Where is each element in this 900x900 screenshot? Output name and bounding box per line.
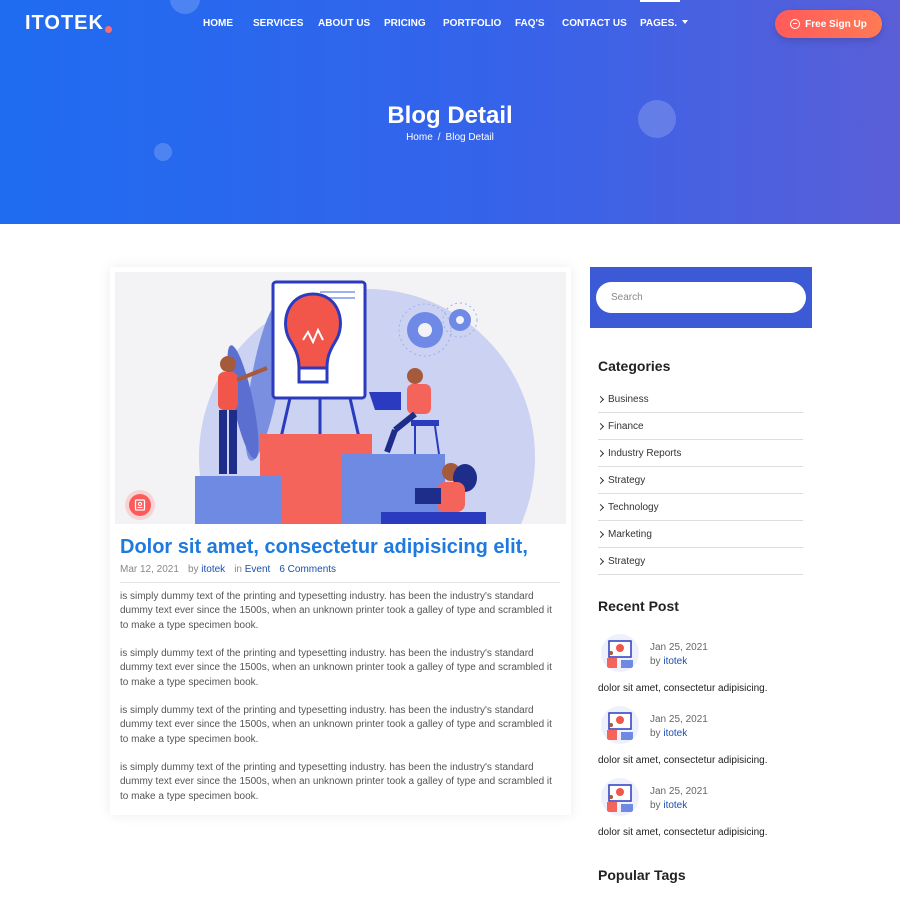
search-panel <box>590 267 812 328</box>
category-item-technology[interactable]: Technology <box>596 494 803 521</box>
recent-by-label: by <box>650 800 661 811</box>
category-label: Marketing <box>608 528 652 540</box>
category-item-business[interactable]: Business <box>596 386 803 413</box>
chevron-down-icon <box>682 20 689 24</box>
chevron-right-icon <box>596 557 605 565</box>
chevron-right-icon <box>596 476 605 484</box>
post-paragraph: is simply dummy text of the printing and… <box>120 591 552 631</box>
post-paragraph: is simply dummy text of the printing and… <box>120 762 552 802</box>
recent-post-date: Jan 25, 2021 <box>650 642 708 653</box>
thumbnail-illustration <box>607 784 633 812</box>
meta-divider <box>120 582 560 583</box>
category-item-marketing[interactable]: Marketing <box>596 521 803 548</box>
recent-post-byline: by itotek <box>650 728 687 739</box>
recent-post-item[interactable]: Jan 25, 2021 by itotek dolor sit amet, c… <box>598 778 818 838</box>
breadcrumb: Home / Blog Detail <box>0 132 900 143</box>
category-item-strategy-2[interactable]: Strategy <box>596 548 803 575</box>
main-nav: HOME SERVICES ABOUT US PRICING PORTFOLIO… <box>0 0 900 32</box>
chevron-right-icon <box>596 530 605 538</box>
recent-post-item[interactable]: Jan 25, 2021 by itotek dolor sit amet, c… <box>598 634 818 694</box>
post-paragraph: is simply dummy text of the printing and… <box>120 705 552 745</box>
article-icon <box>134 499 146 511</box>
nav-active-indicator <box>640 0 680 2</box>
post-category-link[interactable]: Event <box>245 564 271 575</box>
nav-pages-label: PAGES. <box>640 18 678 29</box>
nav-services[interactable]: SERVICES <box>253 18 303 29</box>
nav-faqs[interactable]: FAQ'S <box>515 18 545 29</box>
category-item-strategy[interactable]: Strategy <box>596 467 803 494</box>
category-label: Strategy <box>608 555 646 567</box>
category-label: Finance <box>608 420 644 432</box>
nav-pricing[interactable]: PRICING <box>384 18 426 29</box>
recent-post-thumbnail[interactable] <box>601 634 639 672</box>
breadcrumb-separator: / <box>437 132 441 143</box>
chevron-right-icon <box>596 449 605 457</box>
post-title[interactable]: Dolor sit amet, consectetur adipisicing … <box>120 536 528 559</box>
signup-label: Free Sign Up <box>805 18 867 30</box>
categories-heading: Categories <box>598 358 671 374</box>
post-author-link[interactable]: itotek <box>201 564 225 575</box>
post-format-badge <box>129 494 151 516</box>
recent-post-date: Jan 25, 2021 <box>650 786 708 797</box>
category-label: Industry Reports <box>608 447 682 459</box>
categories-list: Business Finance Industry Reports Strate… <box>596 386 803 575</box>
post-meta: Mar 12, 2021 by itotek in Event 6 Comments <box>120 564 336 575</box>
breadcrumb-home[interactable]: Home <box>406 132 433 143</box>
category-label: Strategy <box>608 474 646 486</box>
recent-by-label: by <box>650 728 661 739</box>
popular-tags-heading: Popular Tags <box>598 867 686 883</box>
category-label: Technology <box>608 501 659 513</box>
category-item-industry-reports[interactable]: Industry Reports <box>596 440 803 467</box>
nav-home[interactable]: HOME <box>203 18 233 29</box>
post-paragraph: is simply dummy text of the printing and… <box>120 648 552 688</box>
recent-post-thumbnail[interactable] <box>601 778 639 816</box>
post-in-label: in <box>234 564 242 575</box>
recent-post-title[interactable]: dolor sit amet, consectetur adipisicing. <box>598 827 768 838</box>
recent-post-author[interactable]: itotek <box>663 656 687 667</box>
nav-pages-dropdown[interactable]: PAGES. <box>640 18 689 29</box>
post-featured-image <box>115 272 566 524</box>
recent-posts-heading: Recent Post <box>598 598 679 614</box>
post-date: Mar 12, 2021 <box>120 564 179 575</box>
chevron-right-icon <box>596 422 605 430</box>
blog-post-card: Dolor sit amet, consectetur adipisicing … <box>110 267 571 815</box>
decor-bubble <box>154 143 172 161</box>
recent-post-thumbnail[interactable] <box>601 706 639 744</box>
free-signup-button[interactable]: Free Sign Up <box>775 10 882 38</box>
recent-post-title[interactable]: dolor sit amet, consectetur adipisicing. <box>598 755 768 766</box>
post-by-label: by <box>187 564 199 575</box>
recent-post-date: Jan 25, 2021 <box>650 714 708 725</box>
search-input[interactable] <box>596 282 806 313</box>
category-item-finance[interactable]: Finance <box>596 413 803 440</box>
recent-post-item[interactable]: Jan 25, 2021 by itotek dolor sit amet, c… <box>598 706 818 766</box>
recent-post-author[interactable]: itotek <box>663 728 687 739</box>
page-title: Blog Detail <box>387 102 513 129</box>
nav-about[interactable]: ABOUT US <box>318 18 370 29</box>
post-comments-link[interactable]: 6 Comments <box>279 564 336 575</box>
recent-by-label: by <box>650 656 661 667</box>
recent-post-byline: by itotek <box>650 800 687 811</box>
chevron-right-icon <box>596 503 605 511</box>
thumbnail-illustration <box>607 640 633 668</box>
recent-post-author[interactable]: itotek <box>663 800 687 811</box>
nav-portfolio[interactable]: PORTFOLIO <box>443 18 501 29</box>
page-hero: ITOTEK HOME SERVICES ABOUT US PRICING PO… <box>0 0 900 224</box>
category-label: Business <box>608 393 649 405</box>
chevron-right-icon <box>596 395 605 403</box>
decor-bubble <box>170 0 200 14</box>
thumbnail-illustration <box>607 712 633 740</box>
sign-in-icon <box>790 19 801 29</box>
idea-illustration <box>195 280 535 524</box>
nav-contact[interactable]: CONTACT US <box>562 18 627 29</box>
recent-post-byline: by itotek <box>650 656 687 667</box>
recent-post-title[interactable]: dolor sit amet, consectetur adipisicing. <box>598 683 768 694</box>
breadcrumb-current: Blog Detail <box>445 132 494 143</box>
